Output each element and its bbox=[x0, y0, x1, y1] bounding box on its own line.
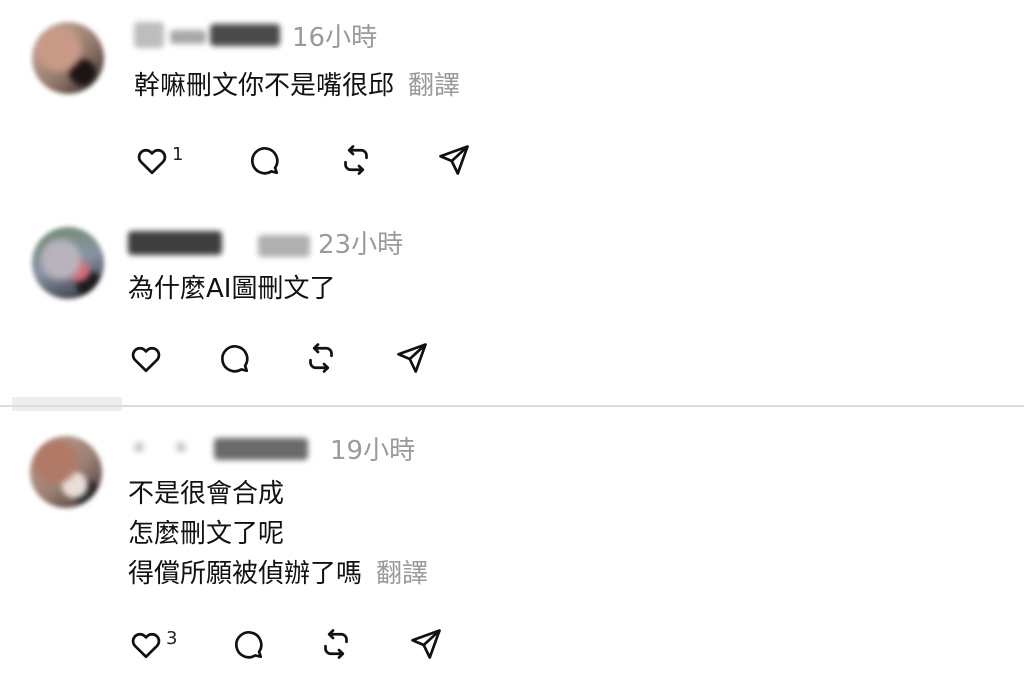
heart-icon bbox=[137, 148, 167, 175]
timestamp: 16小時 bbox=[292, 23, 378, 53]
share-button[interactable] bbox=[394, 338, 430, 378]
translate-link[interactable]: 翻譯 bbox=[408, 71, 460, 101]
repost-button[interactable] bbox=[318, 624, 354, 664]
timestamp: 19小時 bbox=[330, 436, 416, 466]
divider-shade bbox=[12, 397, 122, 411]
timestamp: 23小時 bbox=[318, 230, 404, 260]
thread-divider bbox=[0, 405, 1024, 407]
like-button[interactable] bbox=[128, 338, 164, 378]
translate-link[interactable]: 翻譯 bbox=[376, 559, 428, 589]
avatar[interactable] bbox=[32, 227, 104, 299]
heart-icon bbox=[131, 346, 161, 373]
avatar[interactable] bbox=[30, 436, 102, 508]
share-button[interactable] bbox=[436, 140, 472, 180]
heart-icon bbox=[131, 632, 161, 659]
comment-icon bbox=[251, 147, 279, 175]
repost-icon bbox=[309, 343, 333, 373]
like-button[interactable]: 1 bbox=[134, 140, 183, 180]
avatar[interactable] bbox=[32, 22, 104, 94]
repost-icon bbox=[344, 145, 368, 175]
comment-text: 不是很會合成 怎麼刪文了呢 得償所願被偵辦了嗎 翻譯 bbox=[128, 474, 428, 594]
share-button[interactable] bbox=[408, 624, 444, 664]
repost-icon bbox=[324, 629, 348, 659]
comment-line: 得償所願被偵辦了嗎 bbox=[128, 559, 363, 589]
reply-button[interactable] bbox=[246, 140, 282, 180]
share-icon bbox=[439, 145, 469, 175]
comment-item: 16小時 幹嘛刪文你不是嘴很邱 翻譯 1 bbox=[0, 0, 1024, 200]
reply-button[interactable] bbox=[216, 338, 252, 378]
comment-icon bbox=[221, 345, 249, 373]
reply-button[interactable] bbox=[230, 624, 266, 664]
comment-text: 幹嘛刪文你不是嘴很邱 翻譯 bbox=[134, 66, 460, 106]
comment-item: 19小時 不是很會合成 怎麼刪文了呢 得償所願被偵辦了嗎 翻譯 3 bbox=[0, 412, 1024, 691]
repost-button[interactable] bbox=[303, 338, 339, 378]
comment-line: 怎麼刪文了呢 bbox=[128, 519, 285, 549]
share-icon bbox=[397, 343, 427, 373]
comment-line: 幹嘛刪文你不是嘴很邱 bbox=[134, 71, 395, 101]
comment-text: 為什麼AI圖刪文了 bbox=[128, 269, 335, 309]
comment-line: 不是很會合成 bbox=[128, 479, 285, 509]
like-button[interactable]: 3 bbox=[128, 624, 177, 664]
comment-line: 為什麼AI圖刪文了 bbox=[128, 274, 336, 304]
comment-icon bbox=[235, 631, 263, 659]
comment-item: 23小時 為什麼AI圖刪文了 bbox=[0, 205, 1024, 400]
like-count: 3 bbox=[166, 628, 178, 649]
share-icon bbox=[411, 629, 441, 659]
like-count: 1 bbox=[172, 144, 184, 165]
repost-button[interactable] bbox=[338, 140, 374, 180]
